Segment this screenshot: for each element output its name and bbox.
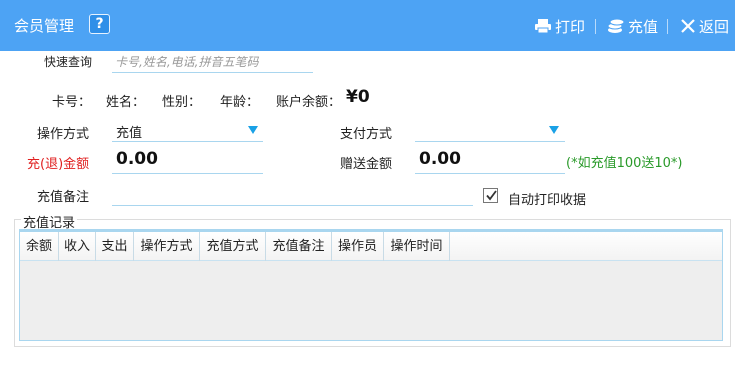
operation-label: 操作方式 [37, 127, 90, 142]
printer-icon [535, 19, 551, 34]
print-button[interactable]: 打印 [534, 16, 585, 36]
toolbar-divider [595, 19, 596, 34]
help-icon[interactable]: ? [89, 14, 110, 34]
table-header: 余额 收入 支出 操作方式 充值方式 充值备注 操作员 操作时间 [20, 232, 722, 261]
search-label: 快速查询 [44, 55, 93, 69]
print-label: 打印 [555, 17, 586, 36]
operation-select[interactable]: 充值 [116, 122, 142, 141]
column-header[interactable]: 充值方式 [200, 232, 266, 261]
note-underline [112, 205, 473, 206]
operation-underline [112, 141, 263, 142]
column-header[interactable]: 余额 [20, 232, 59, 261]
bonus-input[interactable]: 0.00 [419, 149, 461, 169]
payment-underline [415, 141, 565, 142]
coins-icon [607, 18, 625, 33]
title-bar: 会员管理 ? 打印 充值 返回 [0, 0, 735, 51]
age-label: 年龄： [220, 95, 260, 110]
name-label: 姓名： [106, 95, 146, 110]
bonus-hint: (*如充值100送10*) [566, 156, 683, 171]
balance-label: 账户余额： [276, 95, 342, 110]
auto-print-label[interactable]: 自动打印收据 [508, 189, 586, 208]
column-header[interactable]: 操作员 [332, 232, 384, 261]
column-header[interactable]: 操作方式 [134, 232, 200, 261]
window-title: 会员管理 [14, 17, 75, 35]
close-icon [681, 19, 695, 33]
balance-value: ¥0 [346, 87, 370, 107]
checkmark-icon [486, 190, 497, 201]
payment-label: 支付方式 [340, 127, 393, 142]
back-label: 返回 [699, 17, 730, 36]
search-input[interactable]: 卡号,姓名,电话,拼音五笔码 [115, 53, 258, 70]
column-header[interactable]: 充值备注 [266, 232, 332, 261]
note-label: 充值备注 [37, 190, 90, 205]
bonus-label: 赠送金额 [340, 157, 393, 172]
amount-input[interactable]: 0.00 [116, 149, 158, 169]
toolbar-divider [667, 19, 668, 34]
records-table[interactable]: 余额 收入 支出 操作方式 充值方式 充值备注 操作员 操作时间 [19, 229, 723, 341]
back-button[interactable]: 返回 [680, 16, 729, 36]
column-header[interactable]: 支出 [96, 232, 134, 261]
recharge-label: 充值 [628, 17, 659, 36]
column-header[interactable]: 收入 [59, 232, 96, 261]
recharge-button[interactable]: 充值 [607, 16, 658, 36]
dropdown-arrow-icon[interactable] [549, 126, 559, 134]
auto-print-checkbox[interactable] [483, 188, 498, 203]
amount-label: 充(退)金额 [27, 157, 90, 172]
column-header[interactable]: 操作时间 [384, 232, 450, 261]
gender-label: 性别： [162, 95, 202, 110]
amount-underline [112, 173, 263, 174]
bonus-underline [415, 173, 565, 174]
card-label: 卡号： [52, 95, 92, 110]
dropdown-arrow-icon[interactable] [248, 126, 258, 134]
search-underline [112, 72, 313, 73]
